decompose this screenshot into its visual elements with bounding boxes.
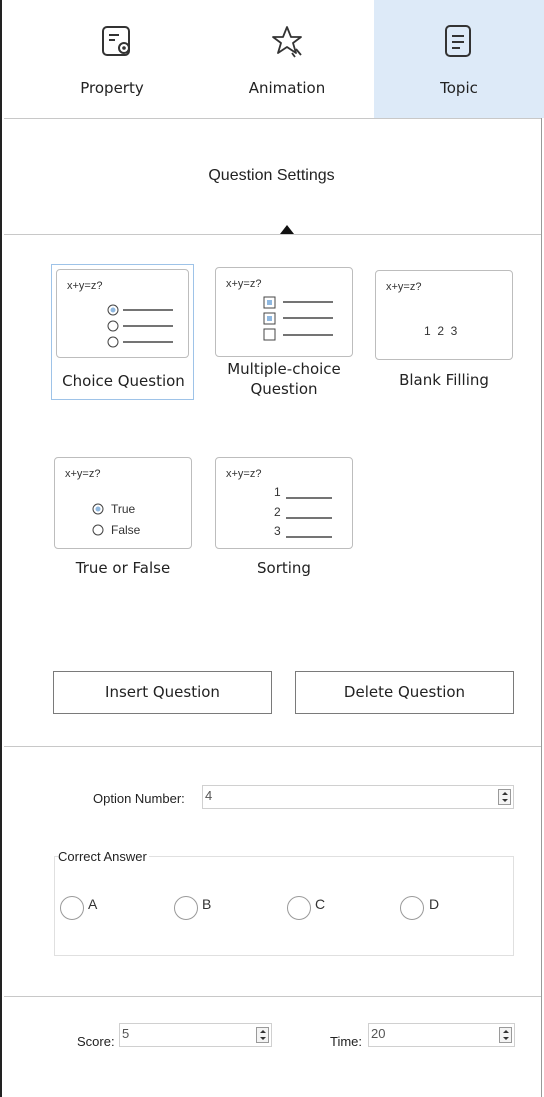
- answer-label-c: C: [315, 896, 326, 912]
- question-type-label: Blank Filling: [399, 371, 489, 389]
- choice-preview: x+y=z?: [56, 269, 189, 358]
- question-type-label: Sorting: [257, 559, 311, 577]
- answer-label-d: D: [429, 896, 440, 912]
- correct-answer-label: Correct Answer: [58, 849, 149, 864]
- preview-false: False: [111, 523, 141, 537]
- answer-radio-c[interactable]: [287, 896, 311, 920]
- topic-panel: Property Animation Topic Question Settin…: [0, 0, 544, 1097]
- divider: [4, 746, 541, 747]
- checkbox-list-icon: [263, 296, 333, 341]
- divider: [4, 234, 541, 235]
- time-value: 20: [371, 1026, 386, 1041]
- question-type-choice[interactable]: x+y=z? Choice Question: [51, 264, 194, 400]
- preview-question: x+y=z?: [226, 278, 262, 290]
- tab-topic-label: Topic: [440, 79, 478, 97]
- question-type-sorting[interactable]: x+y=z? 1 2 3 Sorting: [215, 457, 353, 582]
- sorting-preview: x+y=z? 1 2 3: [215, 457, 353, 549]
- answer-radio-a[interactable]: [60, 896, 84, 920]
- time-label: Time:: [330, 1034, 363, 1049]
- score-stepper[interactable]: 5: [119, 1023, 272, 1047]
- radio-list-icon: [107, 304, 173, 348]
- question-type-label: True or False: [75, 559, 171, 577]
- spinner-arrows-icon[interactable]: [499, 1027, 512, 1043]
- preview-true: True: [111, 502, 136, 516]
- section-title: Question Settings: [208, 167, 335, 184]
- tab-property[interactable]: Property: [32, 0, 202, 118]
- divider: [4, 996, 541, 997]
- caret-up-icon: [280, 225, 294, 234]
- question-type-multiple-choice[interactable]: x+y=z? Multiple-choice Question: [215, 267, 353, 403]
- correct-answer-group: [54, 856, 514, 956]
- score-label: Score:: [77, 1034, 115, 1049]
- answer-radio-b[interactable]: [174, 896, 198, 920]
- tab-property-label: Property: [80, 79, 144, 97]
- question-type-true-false[interactable]: x+y=z? True False True or False: [54, 457, 192, 582]
- multiple-choice-preview: x+y=z?: [215, 267, 353, 357]
- question-type-label: Multiple-choice Question: [227, 360, 341, 398]
- time-stepper[interactable]: 20: [368, 1023, 515, 1047]
- spinner-arrows-icon[interactable]: [498, 789, 511, 805]
- answer-label-b: B: [202, 896, 212, 912]
- preview-question: x+y=z?: [226, 468, 262, 480]
- tab-topic[interactable]: Topic: [374, 0, 544, 118]
- score-value: 5: [122, 1026, 130, 1041]
- sort-item-2: 2: [274, 505, 281, 519]
- tab-animation-label: Animation: [248, 79, 326, 97]
- delete-question-button[interactable]: Delete Question: [295, 671, 514, 714]
- tab-animation[interactable]: Animation: [202, 0, 372, 118]
- question-type-label: Choice Question: [62, 372, 185, 390]
- spinner-arrows-icon[interactable]: [256, 1027, 269, 1043]
- preview-question: x+y=z?: [65, 468, 101, 480]
- radio-pair-icon: [92, 503, 104, 536]
- question-type-blank-filling[interactable]: x+y=z? 1 2 3 Blank Filling: [375, 270, 513, 390]
- answer-label-a: A: [88, 896, 98, 912]
- blank-filling-preview: x+y=z? 1 2 3: [375, 270, 513, 360]
- star-icon: [272, 26, 302, 58]
- insert-question-button[interactable]: Insert Question: [53, 671, 272, 714]
- option-number-value: 4: [205, 788, 213, 803]
- true-false-preview: x+y=z? True False: [54, 457, 192, 549]
- property-gear-icon: [102, 26, 130, 56]
- preview-blanks: 1 2 3: [424, 324, 458, 338]
- sort-item-3: 3: [274, 524, 281, 538]
- sort-lines-icon: [286, 497, 332, 538]
- preview-question: x+y=z?: [67, 280, 103, 292]
- divider: [4, 118, 541, 119]
- option-number-label: Option Number:: [93, 791, 185, 806]
- preview-question: x+y=z?: [386, 281, 422, 293]
- option-number-stepper[interactable]: 4: [202, 785, 514, 809]
- document-icon: [445, 25, 471, 57]
- sort-item-1: 1: [274, 485, 281, 499]
- answer-radio-d[interactable]: [400, 896, 424, 920]
